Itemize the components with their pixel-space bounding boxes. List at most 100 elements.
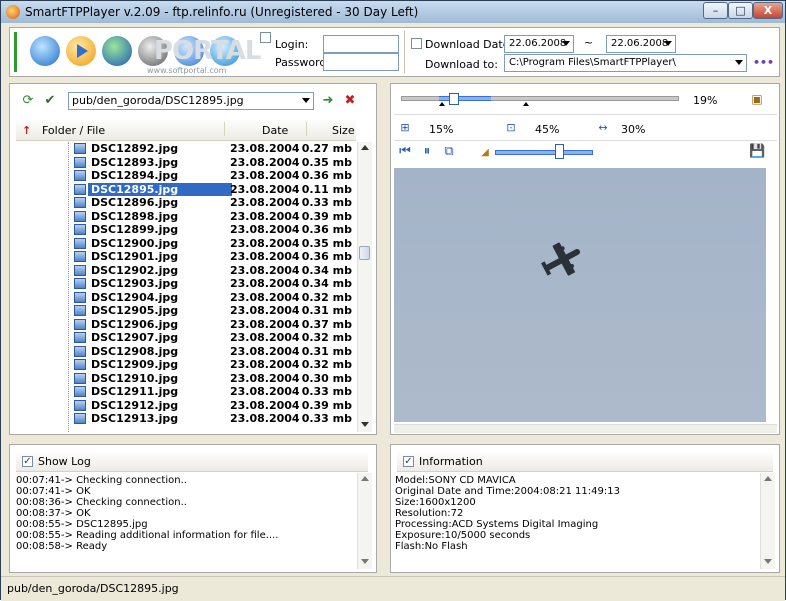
image-file-icon [74, 413, 86, 424]
refresh-globe-icon[interactable] [30, 36, 60, 66]
login-input[interactable] [323, 35, 399, 53]
file-row[interactable]: DSC12893.jpg 23.08.2004 0.35 mb [16, 156, 356, 170]
file-name: DSC12903.jpg [91, 277, 179, 290]
file-date: 23.08.2004 [230, 263, 300, 277]
zoom-width-icon[interactable]: ↔ [595, 120, 611, 136]
volume-slider[interactable] [495, 150, 593, 155]
file-size: 0.32 mb [301, 358, 352, 371]
file-row[interactable]: DSC12901.jpg 23.08.2004 0.36 mb [16, 250, 356, 264]
password-label: Password: [275, 56, 331, 69]
play-icon[interactable] [66, 36, 96, 66]
file-row[interactable]: DSC12899.jpg 23.08.2004 0.36 mb [16, 223, 356, 237]
file-row[interactable]: DSC12912.jpg 23.08.2004 0.39 mb [16, 399, 356, 413]
divider [404, 31, 405, 73]
pause-icon[interactable]: ⏸ [419, 144, 435, 160]
scroll-thumb[interactable] [359, 246, 370, 260]
file-date: 23.08.2004 [230, 155, 300, 169]
column-date-header[interactable]: Date [262, 124, 288, 137]
previous-icon[interactable]: ⏮ [397, 144, 413, 160]
slideshow-icon[interactable]: ⧉ [441, 144, 457, 160]
scroll-down-arrow-icon[interactable] [361, 559, 369, 564]
image-preview[interactable] [394, 168, 766, 422]
scroll-down-arrow-icon[interactable] [764, 559, 772, 564]
show-log-checkbox[interactable]: ✓ [22, 456, 33, 467]
scroll-down-arrow-icon[interactable] [361, 422, 369, 427]
information-label: Information [419, 455, 483, 468]
file-row[interactable]: DSC12907.jpg 23.08.2004 0.32 mb [16, 331, 356, 345]
log-line: 00:08:37-> OK [16, 508, 91, 519]
file-row[interactable]: DSC12895.jpg 23.08.2004 0.11 mb [16, 182, 356, 197]
log-scrollbar[interactable] [357, 473, 372, 569]
play-triangle-icon [77, 44, 88, 58]
file-row[interactable]: DSC12908.jpg 23.08.2004 0.31 mb [16, 345, 356, 359]
divider [394, 140, 777, 141]
file-row[interactable]: DSC12902.jpg 23.08.2004 0.34 mb [16, 264, 356, 278]
download-path-select[interactable]: C:\Program Files\SmartFTPPlayer\ [504, 54, 747, 72]
file-date: 23.08.2004 [230, 304, 300, 317]
delete-file-icon[interactable]: ✖ [342, 93, 358, 109]
image-file-icon [74, 237, 86, 249]
file-row[interactable]: DSC12900.jpg 23.08.2004 0.35 mb [16, 237, 356, 251]
range-start-marker-icon[interactable] [439, 102, 445, 106]
file-size: 0.27 mb [301, 142, 352, 155]
path-select[interactable]: pub/den_goroda/DSC12895.jpg [68, 92, 314, 110]
fit-image-icon[interactable]: ▣ [749, 91, 765, 107]
file-row[interactable]: DSC12909.jpg 23.08.2004 0.32 mb [16, 358, 356, 372]
browse-more-button[interactable]: ••• [753, 56, 774, 69]
password-input[interactable] [323, 53, 399, 71]
scroll-up-arrow-icon[interactable] [764, 476, 772, 481]
file-row[interactable]: DSC12913.jpg 23.08.2004 0.33 mb [16, 412, 356, 426]
zoom-in-icon[interactable]: ⊞ [397, 120, 413, 136]
maximize-button[interactable]: □ [728, 2, 753, 19]
file-row[interactable]: DSC12906.jpg 23.08.2004 0.37 mb [16, 318, 356, 332]
file-row[interactable]: DSC12905.jpg 23.08.2004 0.31 mb [16, 304, 356, 318]
file-row[interactable]: DSC12903.jpg 23.08.2004 0.34 mb [16, 277, 356, 291]
file-row[interactable]: DSC12904.jpg 23.08.2004 0.32 mb [16, 291, 356, 305]
column-size-header[interactable]: Size [332, 124, 355, 137]
date-from-value: 22.06.2008 [509, 38, 567, 49]
information-checkbox[interactable]: ✓ [403, 456, 414, 467]
volume-handle[interactable] [555, 144, 564, 159]
save-icon[interactable]: 💾 [749, 144, 765, 160]
file-date: 23.08.2004 [230, 250, 300, 263]
image-file-icon [74, 264, 86, 276]
image-file-icon [74, 386, 86, 397]
login-checkbox[interactable] [260, 32, 271, 43]
zoom-value-2: 45% [535, 123, 560, 136]
date-from-picker[interactable]: 22.06.2008 [504, 35, 574, 53]
close-button[interactable]: X [753, 2, 783, 19]
file-row[interactable]: DSC12892.jpg 23.08.2004 0.27 mb [16, 142, 356, 156]
up-arrow-icon[interactable]: ↑ [22, 124, 31, 137]
connect-globe-icon[interactable] [102, 36, 132, 66]
info-line: Model:SONY CD MAVICA [395, 475, 516, 486]
minimize-button[interactable]: – [703, 2, 728, 19]
file-row[interactable]: DSC12911.jpg 23.08.2004 0.33 mb [16, 385, 356, 399]
file-row[interactable]: DSC12898.jpg 23.08.2004 0.39 mb [16, 210, 356, 224]
info-caption-bar: ✓ Information [397, 451, 773, 472]
refresh-icon[interactable]: ⟳ [20, 93, 36, 109]
range-end-marker-icon[interactable] [523, 102, 529, 106]
file-name: DSC12896.jpg [91, 196, 179, 209]
file-size: 0.33 mb [301, 196, 352, 209]
progress-handle[interactable] [449, 93, 459, 105]
chevron-down-icon [664, 41, 672, 46]
file-row[interactable]: DSC12894.jpg 23.08.2004 0.36 mb [16, 169, 356, 183]
file-list-scrollbar[interactable] [357, 142, 372, 432]
download-date-checkbox[interactable] [411, 38, 422, 49]
image-hscrollbar[interactable] [394, 424, 777, 433]
file-size: 0.35 mb [301, 236, 352, 250]
zoom-fit-icon[interactable]: ⊡ [503, 120, 519, 136]
info-line: Original Date and Time:2004:08:21 11:49:… [395, 486, 620, 497]
file-row[interactable]: DSC12910.jpg 23.08.2004 0.30 mb [16, 372, 356, 386]
checkmark-icon[interactable]: ✔ [42, 93, 58, 109]
column-name-header[interactable]: Folder / File [42, 124, 105, 137]
scroll-up-arrow-icon[interactable] [361, 476, 369, 481]
scroll-up-arrow-icon[interactable] [361, 145, 369, 150]
chevron-down-icon [302, 98, 310, 103]
image-file-icon [74, 345, 86, 357]
file-list: DSC12892.jpg 23.08.2004 0.27 mb DSC12893.jp… [16, 142, 356, 432]
download-file-icon[interactable]: ➜ [320, 93, 336, 109]
date-to-picker[interactable]: 22.06.2008 [606, 35, 676, 53]
file-row[interactable]: DSC12896.jpg 23.08.2004 0.33 mb [16, 196, 356, 210]
info-scrollbar[interactable] [760, 473, 775, 569]
